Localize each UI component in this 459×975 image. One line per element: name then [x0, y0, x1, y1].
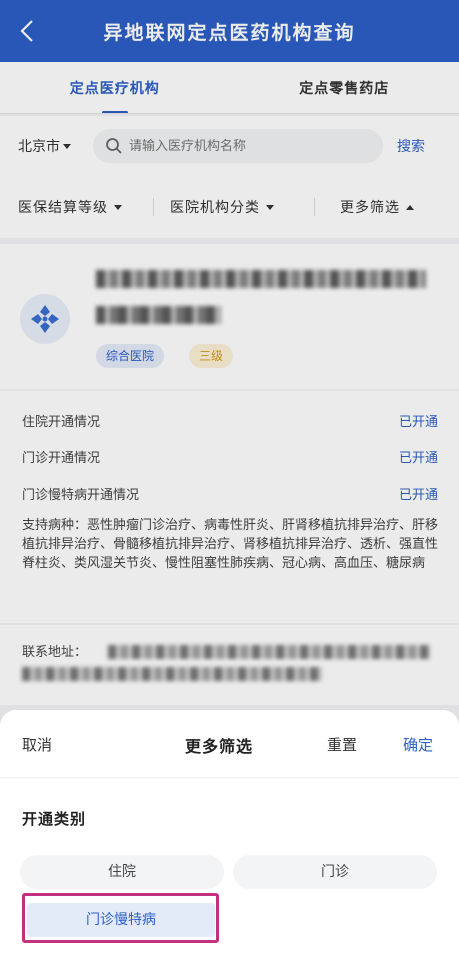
option-inpatient[interactable]: 住院 [20, 855, 224, 889]
cancel-button[interactable]: 取消 [22, 734, 52, 755]
section-label: 开通类别 [22, 810, 87, 828]
more-filters-sheet: 取消 更多筛选 重置 确定 开通类别 住院 门诊 门诊慢特病 [0, 710, 459, 975]
sheet-title: 更多筛选 [185, 737, 254, 756]
option-outpatient[interactable]: 门诊 [233, 855, 437, 889]
reset-button[interactable]: 重置 [327, 734, 357, 755]
highlight-box [22, 893, 219, 943]
confirm-button[interactable]: 确定 [403, 734, 433, 755]
sheet-header: 取消 更多筛选 重置 确定 [0, 710, 459, 778]
